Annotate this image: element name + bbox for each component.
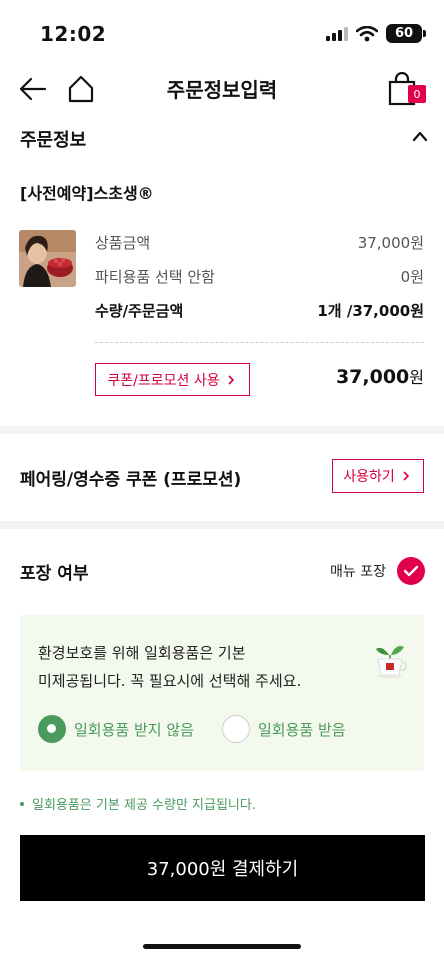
quantity-row: 수량/주문금액 1개 /37,000원 bbox=[95, 300, 424, 321]
radio-receive-disposables[interactable]: 일회용품 받음 bbox=[222, 715, 346, 743]
check-icon bbox=[403, 565, 419, 577]
price-label: 상품금액 bbox=[95, 234, 151, 252]
packaging-section: 포장 여부 매뉴 포장 환경보호를 위해 일회용품은 기본 미제공됩니다. 꼭 … bbox=[0, 529, 444, 829]
radio-no-label: 일회용품 받지 않음 bbox=[74, 720, 194, 739]
party-goods-row: 파티용품 선택 안함 0원 bbox=[95, 266, 424, 287]
coupon-promotion-button[interactable]: 쿠폰/프로모션 사용 bbox=[95, 363, 250, 396]
order-info-section: 주문정보 [사전예약]스초생® 상품금액 37,000원 파티용품 선택 안함 … bbox=[0, 118, 444, 426]
status-time: 12:02 bbox=[40, 22, 107, 46]
radio-no-disposables[interactable]: 일회용품 받지 않음 bbox=[38, 715, 194, 743]
radio-button-unselected[interactable] bbox=[222, 715, 250, 743]
party-goods-label: 파티용품 선택 안함 bbox=[95, 268, 215, 286]
order-total-amount: 37,000 bbox=[335, 366, 410, 388]
use-button-label: 사용하기 bbox=[343, 469, 395, 485]
header: 주문정보입력 0 bbox=[0, 64, 444, 114]
cart-count-badge: 0 bbox=[408, 85, 426, 103]
order-info-title: 주문정보 bbox=[20, 130, 87, 151]
coupon-button-label: 쿠폰/프로모션 사용 bbox=[107, 372, 220, 389]
eco-message-line1: 환경보호를 위해 일회용품은 기본 bbox=[38, 644, 246, 662]
radio-button-selected[interactable] bbox=[38, 715, 66, 743]
price-value: 37,000원 bbox=[357, 234, 424, 252]
disposables-note-text: 일회용품은 기본 제공 수량만 지급됩니다. bbox=[32, 798, 256, 813]
bullet-icon bbox=[20, 802, 24, 806]
packaging-option-label: 매뉴 포장 bbox=[330, 564, 386, 580]
eco-cup-icon bbox=[376, 646, 407, 678]
eco-message: 환경보호를 위해 일회용품은 기본 미제공됩니다. 꼭 필요시에 선택해 주세요… bbox=[38, 639, 358, 695]
disposables-note: 일회용품은 기본 제공 수량만 지급됩니다. bbox=[20, 794, 256, 813]
eco-notice-box: 환경보호를 위해 일회용품은 기본 미제공됩니다. 꼭 필요시에 선택해 주세요… bbox=[20, 615, 424, 771]
status-icons: 60 bbox=[326, 24, 426, 43]
battery-indicator: 60 bbox=[386, 24, 426, 43]
quantity-value: 1개 /37,000원 bbox=[317, 302, 424, 320]
section-divider bbox=[0, 426, 444, 434]
home-indicator bbox=[143, 944, 301, 949]
wifi-icon bbox=[356, 25, 378, 41]
section-divider bbox=[0, 521, 444, 529]
status-bar: 12:02 60 bbox=[0, 0, 444, 64]
divider bbox=[95, 342, 424, 343]
cart-button[interactable]: 0 bbox=[388, 71, 426, 108]
signal-icon bbox=[326, 26, 348, 41]
price-row: 상품금액 37,000원 bbox=[95, 232, 424, 253]
use-coupon-button[interactable]: 사용하기 bbox=[332, 459, 424, 493]
packaging-title: 포장 여부 bbox=[20, 564, 89, 584]
packaging-checkbox[interactable] bbox=[397, 557, 425, 585]
pay-button[interactable]: 37,000원 결제하기 bbox=[20, 835, 425, 901]
order-total: 37,000원 bbox=[336, 364, 424, 388]
pairing-coupon-title: 페어링/영수증 쿠폰 (프로모션) bbox=[20, 470, 242, 490]
product-thumbnail bbox=[19, 230, 76, 287]
quantity-label: 수량/주문금액 bbox=[95, 302, 184, 320]
eco-message-line2: 미제공됩니다. 꼭 필요시에 선택해 주세요. bbox=[38, 672, 302, 690]
pairing-coupon-section: 페어링/영수증 쿠폰 (프로모션) 사용하기 bbox=[0, 435, 444, 521]
order-total-unit: 원 bbox=[409, 368, 424, 387]
radio-yes-label: 일회용품 받음 bbox=[258, 720, 346, 739]
chevron-right-icon bbox=[228, 374, 234, 385]
chevron-right-icon bbox=[403, 471, 409, 481]
party-goods-value: 0원 bbox=[400, 268, 424, 286]
page-title: 주문정보입력 bbox=[166, 78, 278, 102]
chevron-up-icon[interactable] bbox=[412, 130, 428, 142]
product-name: [사전예약]스초생® bbox=[20, 184, 154, 203]
pay-button-label: 37,000원 결제하기 bbox=[146, 859, 299, 880]
